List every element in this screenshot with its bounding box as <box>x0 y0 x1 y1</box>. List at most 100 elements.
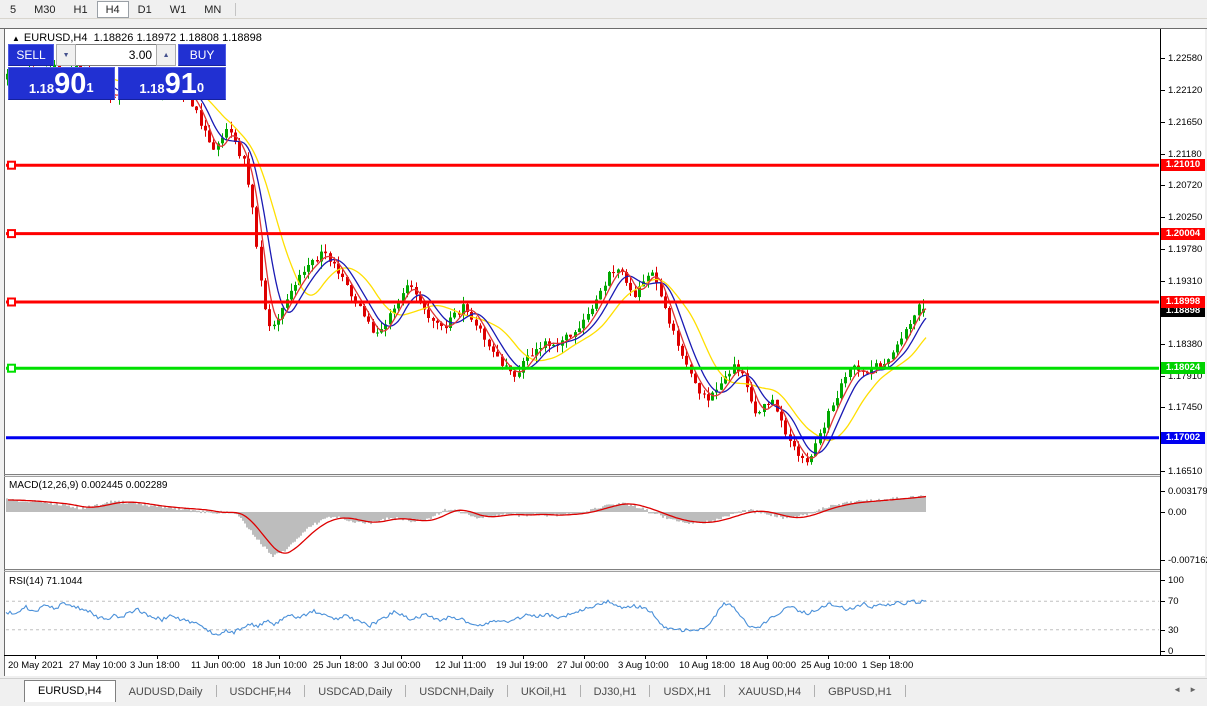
buy-quote-button[interactable]: 1.18910 <box>118 67 227 100</box>
time-tick-label: 3 Jul 00:00 <box>374 660 420 671</box>
time-tick-mark <box>462 655 463 659</box>
time-tick-label: 25 Jun 18:00 <box>313 660 368 671</box>
level-price-tag: 1.21010 <box>1161 159 1205 171</box>
macd-tick-mark <box>1161 491 1165 492</box>
level-price-tag: 1.18998 <box>1161 296 1205 308</box>
buy-button[interactable]: BUY <box>178 44 226 66</box>
price-tick-label: 1.16510 <box>1168 466 1202 477</box>
price-tick-mark <box>1161 471 1165 472</box>
chart-tab-AUDUSD-Daily[interactable]: AUDUSD,Daily <box>116 682 216 702</box>
price-tick-mark <box>1161 154 1165 155</box>
rsi-tick-mark <box>1161 580 1165 581</box>
time-tick-mark <box>401 655 402 659</box>
timeframe-button-5[interactable]: 5 <box>1 1 25 18</box>
chart-tab-GBPUSD-H1[interactable]: GBPUSD,H1 <box>815 682 905 702</box>
price-tick-mark <box>1161 249 1165 250</box>
tab-separator <box>905 685 906 697</box>
chart-tab-USDCHF-H4[interactable]: USDCHF,H4 <box>217 682 305 702</box>
rsi-panel-chart[interactable] <box>5 572 1160 655</box>
panel-separator[interactable] <box>4 474 1205 475</box>
price-tick-label: 1.18380 <box>1168 339 1202 350</box>
chart-tab-USDCAD-Daily[interactable]: USDCAD,Daily <box>305 682 405 702</box>
chart-tab-UKOil-H1[interactable]: UKOil,H1 <box>508 682 580 702</box>
macd-label: MACD(12,26,9) 0.002445 0.002289 <box>9 480 167 491</box>
time-tick-mark <box>96 655 97 659</box>
price-tick-label: 1.19310 <box>1168 276 1202 287</box>
tab-scroll-left-button[interactable]: ◄ <box>1173 685 1181 694</box>
rsi-tick-mark <box>1161 630 1165 631</box>
macd-tick-label: 0.003179 <box>1168 486 1207 497</box>
chart-ohlc-values: 1.18826 1.18972 1.18808 1.18898 <box>94 32 262 44</box>
trading-terminal: { "toolbar": { "buttons": [ {"label": "5… <box>0 0 1207 706</box>
chart-tab-USDCNH-Daily[interactable]: USDCNH,Daily <box>406 682 507 702</box>
macd-tick-label: 0.00 <box>1168 507 1187 518</box>
rsi-tick-mark <box>1161 601 1165 602</box>
time-tick-mark <box>828 655 829 659</box>
chart-tab-USDX-H1[interactable]: USDX,H1 <box>650 682 724 702</box>
price-tick-mark <box>1161 376 1165 377</box>
macd-tick-label: -0.007162 <box>1168 555 1207 566</box>
timeframe-button-M30[interactable]: M30 <box>25 1 64 18</box>
price-tick-mark <box>1161 344 1165 345</box>
time-tick-label: 27 Jul 00:00 <box>557 660 609 671</box>
chart-title: ▲ EURUSD,H4 1.18826 1.18972 1.18808 1.188… <box>12 32 262 44</box>
tab-scroll-right-button[interactable]: ► <box>1189 685 1197 694</box>
time-tick-label: 18 Aug 00:00 <box>740 660 796 671</box>
price-tick-label: 1.19780 <box>1168 244 1202 255</box>
timeframe-button-H1[interactable]: H1 <box>65 1 97 18</box>
volume-input[interactable] <box>76 44 156 66</box>
price-tick-label: 1.21650 <box>1168 117 1202 128</box>
price-tick-label: 1.22580 <box>1168 53 1202 64</box>
chart-tab-XAUUSD-H4[interactable]: XAUUSD,H4 <box>725 682 814 702</box>
chevron-up-icon: ▲ <box>163 52 170 59</box>
toolbar-separator <box>235 3 236 16</box>
price-tick-label: 1.22120 <box>1168 85 1202 96</box>
macd-tick-mark <box>1161 512 1165 513</box>
rsi-tick-mark <box>1161 651 1165 652</box>
timeframe-button-MN[interactable]: MN <box>195 1 230 18</box>
chart-tab-DJ30-H1[interactable]: DJ30,H1 <box>581 682 650 702</box>
price-tick-label: 1.20720 <box>1168 180 1202 191</box>
rsi-tick-label: 30 <box>1168 625 1179 636</box>
time-tick-label: 18 Jun 10:00 <box>252 660 307 671</box>
timeframe-button-W1[interactable]: W1 <box>161 1 196 18</box>
rsi-label: RSI(14) 71.1044 <box>9 576 82 587</box>
timeframe-toolbar: 5M30H1H4D1W1MN <box>0 0 1207 19</box>
volume-increase-button[interactable]: ▲ <box>156 44 176 66</box>
time-tick-mark <box>645 655 646 659</box>
panel-separator <box>4 476 1205 477</box>
time-tick-mark <box>584 655 585 659</box>
timeframe-button-H4[interactable]: H4 <box>97 1 129 18</box>
price-tick-mark <box>1161 90 1165 91</box>
price-tick-mark <box>1161 281 1165 282</box>
rsi-tick-label: 70 <box>1168 596 1179 607</box>
time-tick-mark <box>279 655 280 659</box>
sell-quote-button[interactable]: 1.18901 <box>8 67 115 100</box>
chart-symbol-period: EURUSD,H4 <box>24 32 88 44</box>
price-tick-label: 1.21180 <box>1168 149 1202 160</box>
sell-price-sup: 1 <box>86 68 93 108</box>
price-axis: 1.225801.221201.216501.211801.207201.202… <box>1161 29 1205 655</box>
level-price-tag: 1.18024 <box>1161 362 1205 374</box>
collapse-icon[interactable]: ▲ <box>12 34 20 43</box>
time-tick-mark <box>706 655 707 659</box>
time-tick-label: 1 Sep 18:00 <box>862 660 913 671</box>
sell-button[interactable]: SELL <box>8 44 54 66</box>
time-tick-label: 3 Aug 10:00 <box>618 660 669 671</box>
level-price-tag: 1.20004 <box>1161 228 1205 240</box>
buy-price-big: 91 <box>165 70 197 99</box>
macd-panel-chart[interactable] <box>5 477 1160 569</box>
time-tick-label: 10 Aug 18:00 <box>679 660 735 671</box>
time-tick-mark <box>889 655 890 659</box>
panel-separator <box>4 571 1205 572</box>
chart-tab-EURUSD-H4[interactable]: EURUSD,H4 <box>24 680 116 702</box>
time-tick-label: 12 Jul 11:00 <box>435 660 486 671</box>
one-click-trading-panel: SELL ▼ ▲ BUY 1.18901 1.18910 <box>8 44 226 100</box>
timeframe-button-D1[interactable]: D1 <box>129 1 161 18</box>
time-tick-label: 19 Jul 19:00 <box>496 660 548 671</box>
panel-separator[interactable] <box>4 569 1205 570</box>
volume-decrease-button[interactable]: ▼ <box>56 44 76 66</box>
buy-price-sup: 0 <box>197 68 204 108</box>
time-tick-mark <box>340 655 341 659</box>
time-tick-label: 20 May 2021 <box>8 660 63 671</box>
